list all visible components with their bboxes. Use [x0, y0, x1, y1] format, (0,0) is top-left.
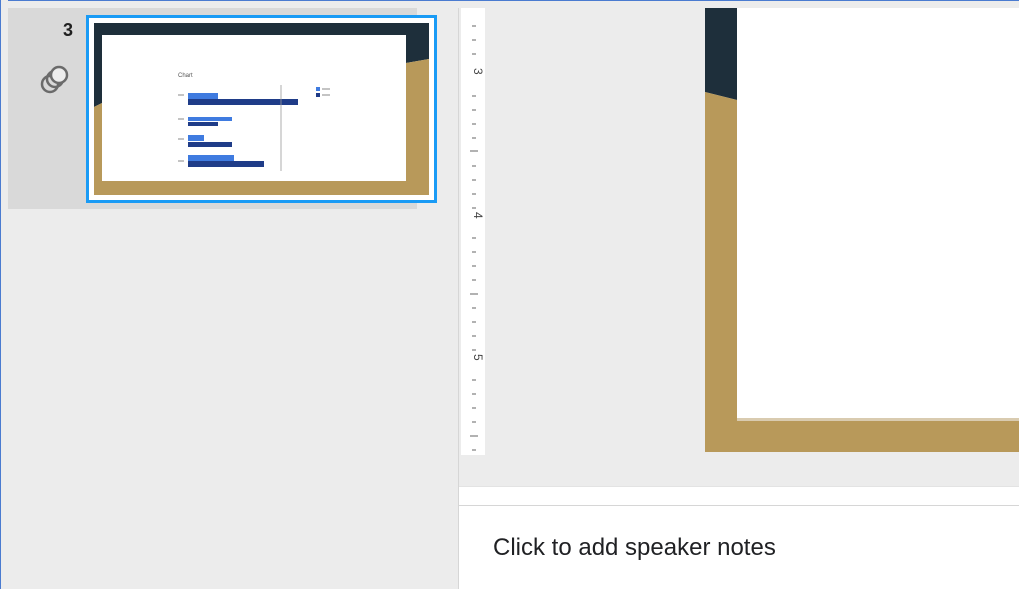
slide-thumbnail-preview: Chart: [94, 23, 429, 195]
ruler-label-3: 3: [471, 68, 485, 75]
ruler-label-5: 5: [471, 354, 485, 361]
speaker-notes-panel[interactable]: Click to add speaker notes: [459, 506, 1019, 589]
ruler-strip: 3 4 5: [461, 8, 485, 455]
slide-canvas[interactable]: [489, 8, 1019, 486]
slide-editor-view[interactable]: [705, 8, 1019, 452]
slide-filmstrip[interactable]: 3 Chart: [8, 8, 458, 589]
transition-icon[interactable]: [38, 64, 70, 96]
svg-text:Chart: Chart: [178, 73, 193, 79]
notes-resize-bar[interactable]: [459, 486, 1019, 506]
slide-thumbnail[interactable]: Chart: [86, 15, 437, 203]
slide-number: 3: [62, 20, 73, 40]
speaker-notes-placeholder[interactable]: Click to add speaker notes: [493, 534, 776, 562]
window-left-border: [0, 0, 8, 589]
filmstrip-item-slide-3[interactable]: 3 Chart: [8, 8, 437, 209]
ruler-label-4: 4: [471, 212, 485, 219]
vertical-ruler: 3 4 5: [459, 8, 489, 455]
window-top-border: [0, 0, 1019, 8]
